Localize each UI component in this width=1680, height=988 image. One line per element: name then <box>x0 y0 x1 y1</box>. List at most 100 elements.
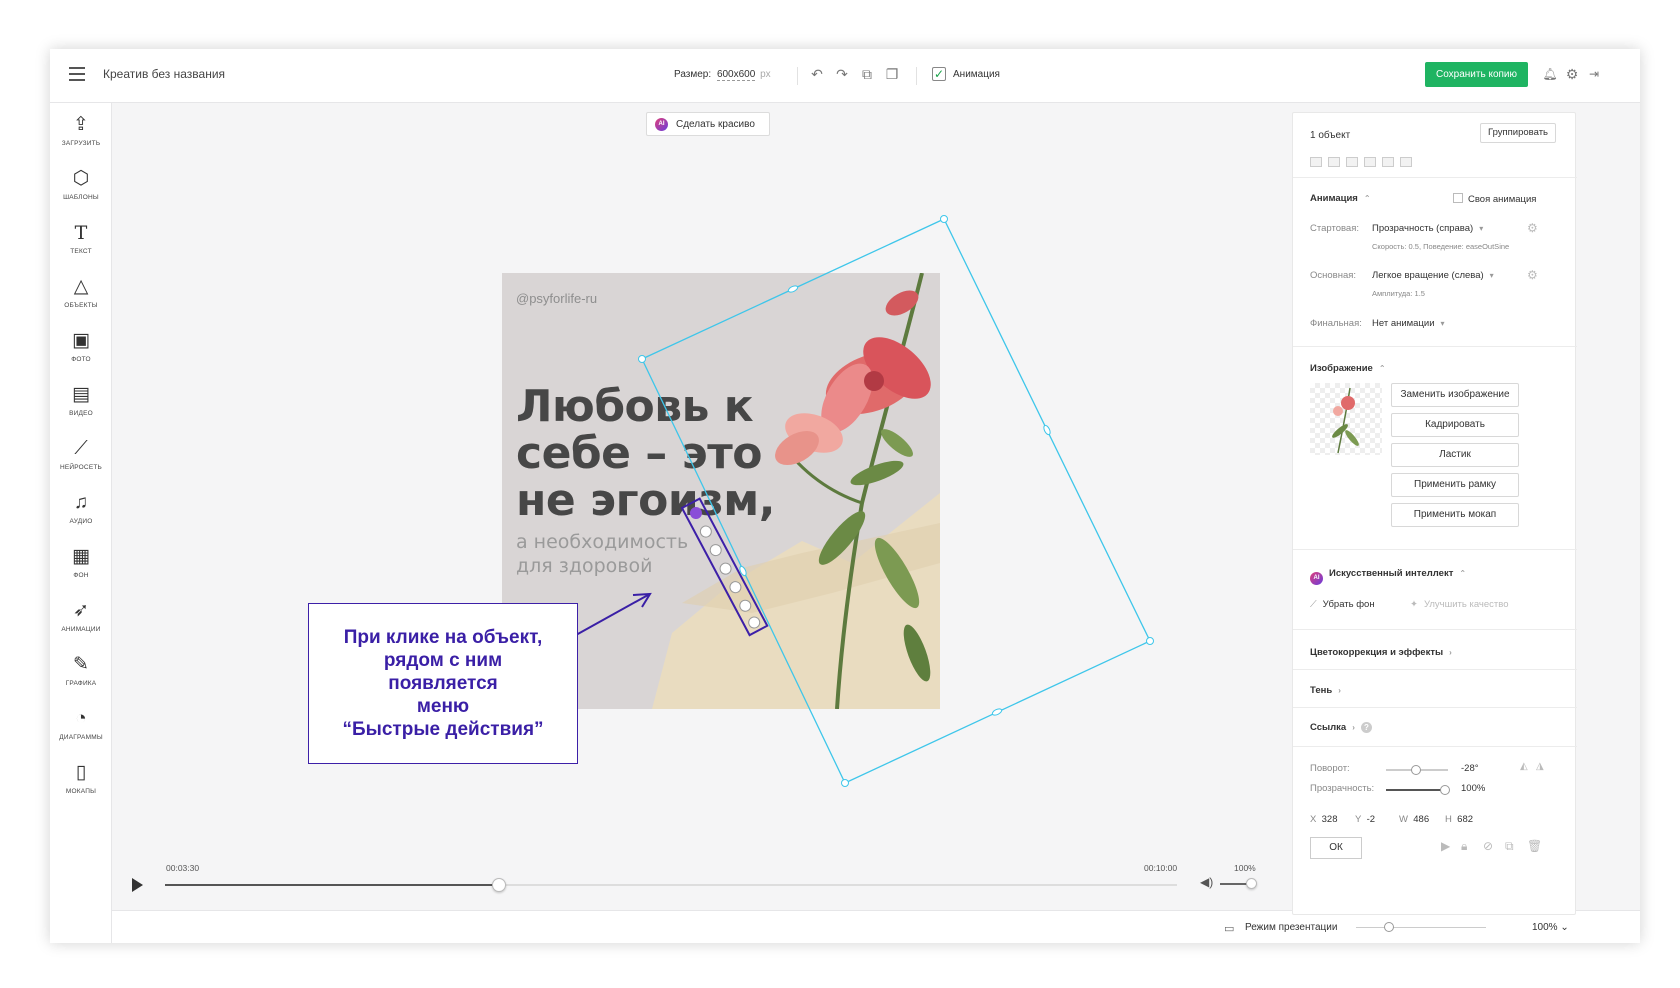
sidebar-item-background[interactable]: ▦ ФОН <box>50 545 112 595</box>
color-effects-section[interactable]: Цветокоррекция и эффекты › <box>1310 647 1452 658</box>
sidebar-item-templates[interactable]: ⬡ ШАБЛОНЫ <box>50 167 112 217</box>
position-y[interactable]: Y -2 <box>1355 814 1375 825</box>
align-center-icon[interactable] <box>1328 157 1340 167</box>
presentation-mode-label[interactable]: Режим презентации <box>1245 922 1337 933</box>
w-value: 486 <box>1413 814 1430 825</box>
ai-section-toggle[interactable]: AI Искусственный интеллект ⌃ <box>1310 568 1466 585</box>
zoom-knob[interactable] <box>1384 922 1394 932</box>
chevron-down-icon: ▾ <box>1440 319 1445 328</box>
document-title[interactable]: Креатив без названия <box>103 67 225 81</box>
sidebar-item-animations[interactable]: ➶ АНИМАЦИИ <box>50 599 112 649</box>
image-thumbnail[interactable] <box>1310 383 1382 455</box>
hide-icon[interactable]: ⊘ <box>1483 839 1493 853</box>
headline-text[interactable]: Любовь к себе – это не эгоизм, <box>516 383 816 524</box>
ok-button[interactable]: ОК <box>1310 837 1362 859</box>
opacity-value[interactable]: 100% <box>1461 783 1485 794</box>
save-copy-button[interactable]: Сохранить копию <box>1425 62 1528 87</box>
sidebar-item-objects[interactable]: △ ОБЪЕКТЫ <box>50 275 112 325</box>
make-pretty-button[interactable]: AI Сделать красиво <box>646 112 770 136</box>
copy-icon[interactable]: ⧉ <box>1505 839 1514 854</box>
improve-quality-button[interactable]: ✦ Улучшить качество <box>1410 599 1508 610</box>
sidebar-item-audio[interactable]: ♫ АУДИО <box>50 491 112 541</box>
sidebar-item-video[interactable]: ▤ ВИДЕО <box>50 383 112 433</box>
help-icon[interactable]: ? <box>1360 722 1372 733</box>
align-left-icon[interactable] <box>1310 157 1322 167</box>
sidebar-item-mockups[interactable]: ▯ МОКАПЫ <box>50 761 112 811</box>
play-icon[interactable] <box>132 878 143 892</box>
sidebar-item-text[interactable]: T ТЕКСТ <box>50 221 112 271</box>
apply-frame-button[interactable]: Применить рамку <box>1391 473 1519 497</box>
eraser-button[interactable]: Ластик <box>1391 443 1519 467</box>
bell-icon[interactable]: 🔔︎ <box>1541 65 1559 83</box>
position-x[interactable]: X 328 <box>1310 814 1337 825</box>
start-animation-select[interactable]: Прозрачность (справа) ▾ <box>1372 223 1483 234</box>
shadow-section[interactable]: Тень › <box>1310 685 1341 696</box>
timeline-track[interactable] <box>165 878 1177 892</box>
background-icon: ▦ <box>72 546 90 567</box>
sidebar-item-upload[interactable]: ⇪ ЗАГРУЗИТЬ <box>50 113 112 163</box>
final-animation-select[interactable]: Нет анимации ▾ <box>1372 318 1445 329</box>
y-label: Y <box>1355 814 1362 825</box>
custom-animation-toggle[interactable]: Своя анимация <box>1453 193 1536 205</box>
rotation-knob[interactable] <box>1411 765 1421 775</box>
rotation-value[interactable]: -28° <box>1461 763 1479 774</box>
sidebar-item-charts[interactable]: ◔ ДИАГРАММЫ <box>50 707 112 757</box>
subline-text[interactable]: а необходимость для здоровой <box>516 530 816 578</box>
size-unit: px <box>760 69 771 80</box>
zoom-slider[interactable] <box>1356 922 1486 932</box>
main-animation-select[interactable]: Легкое вращение (слева) ▾ <box>1372 270 1494 281</box>
start-animation-label: Стартовая: <box>1310 223 1359 234</box>
volume-slider[interactable] <box>1220 878 1257 889</box>
align-right-icon[interactable] <box>1346 157 1358 167</box>
section-divider <box>1293 549 1577 550</box>
image-section-toggle[interactable]: Изображение ⌃ <box>1310 363 1386 374</box>
gear-icon[interactable]: ⚙ <box>1563 65 1581 83</box>
align-middle-icon[interactable] <box>1382 157 1394 167</box>
menu-icon[interactable] <box>69 67 85 81</box>
handle-text[interactable]: @psyforlife-ru <box>516 291 597 306</box>
crop-button[interactable]: Кадрировать <box>1391 413 1519 437</box>
size-height[interactable]: H 682 <box>1445 814 1473 825</box>
canvas-size[interactable]: Размер: 600x600 px <box>674 69 771 81</box>
play-icon[interactable]: ▶ <box>1441 839 1450 853</box>
presentation-icon[interactable]: ▭ <box>1224 922 1234 935</box>
sidebar-item-photo[interactable]: ▣ ФОТО <box>50 329 112 379</box>
opacity-knob[interactable] <box>1440 785 1450 795</box>
sidebar-item-neural[interactable]: ⟋ НЕЙРОСЕТЬ <box>50 437 112 487</box>
trash-icon[interactable]: 🗑︎ <box>1527 839 1542 853</box>
callout-line: При клике на объект, <box>343 627 543 648</box>
zoom-select[interactable]: 100% ⌄ <box>1532 922 1569 933</box>
main-settings-icon[interactable]: ⚙ <box>1527 268 1538 282</box>
flip-horizontal-icon[interactable]: ◭ <box>1520 761 1528 772</box>
size-width[interactable]: W 486 <box>1399 814 1429 825</box>
redo-icon[interactable]: ↷ <box>833 65 851 83</box>
undo-icon[interactable]: ↶ <box>808 65 826 83</box>
duplicate-icon[interactable]: ❐ <box>883 65 901 83</box>
size-value[interactable]: 600x600 <box>716 69 756 81</box>
rocket-icon: ➶ <box>73 600 89 621</box>
flip-vertical-icon[interactable]: ◮ <box>1536 761 1544 772</box>
align-top-icon[interactable] <box>1364 157 1376 167</box>
align-bottom-icon[interactable] <box>1400 157 1412 167</box>
sidebar-item-graphics[interactable]: ✎ ГРАФИКА <box>50 653 112 703</box>
copy-icon[interactable]: ⧉ <box>858 65 876 83</box>
volume-icon[interactable]: ◀) <box>1200 875 1213 889</box>
apply-mockup-button[interactable]: Применить мокап <box>1391 503 1519 527</box>
timeline-scrubber[interactable] <box>491 878 506 892</box>
volume-knob[interactable] <box>1246 878 1257 889</box>
logout-icon[interactable]: ⇥ <box>1585 65 1603 83</box>
animation-section-toggle[interactable]: Анимация ⌃ <box>1310 193 1371 204</box>
custom-animation-label: Своя анимация <box>1468 194 1537 205</box>
custom-animation-checkbox[interactable] <box>1453 193 1463 203</box>
animation-checkbox[interactable]: ✓ <box>932 67 946 81</box>
remove-background-button[interactable]: ⟋ Убрать фон <box>1310 599 1375 610</box>
start-settings-icon[interactable]: ⚙ <box>1527 221 1538 235</box>
replace-image-button[interactable]: Заменить изображение <box>1391 383 1519 407</box>
headline-line: Любовь к <box>516 381 754 432</box>
group-button[interactable]: Группировать <box>1480 123 1556 143</box>
lock-icon[interactable]: 🔒︎ <box>1461 839 1467 854</box>
rotation-slider[interactable] <box>1386 765 1448 775</box>
link-section[interactable]: Ссылка ›? <box>1310 722 1372 733</box>
opacity-slider[interactable] <box>1386 785 1450 795</box>
photo-icon: ▣ <box>72 330 90 351</box>
